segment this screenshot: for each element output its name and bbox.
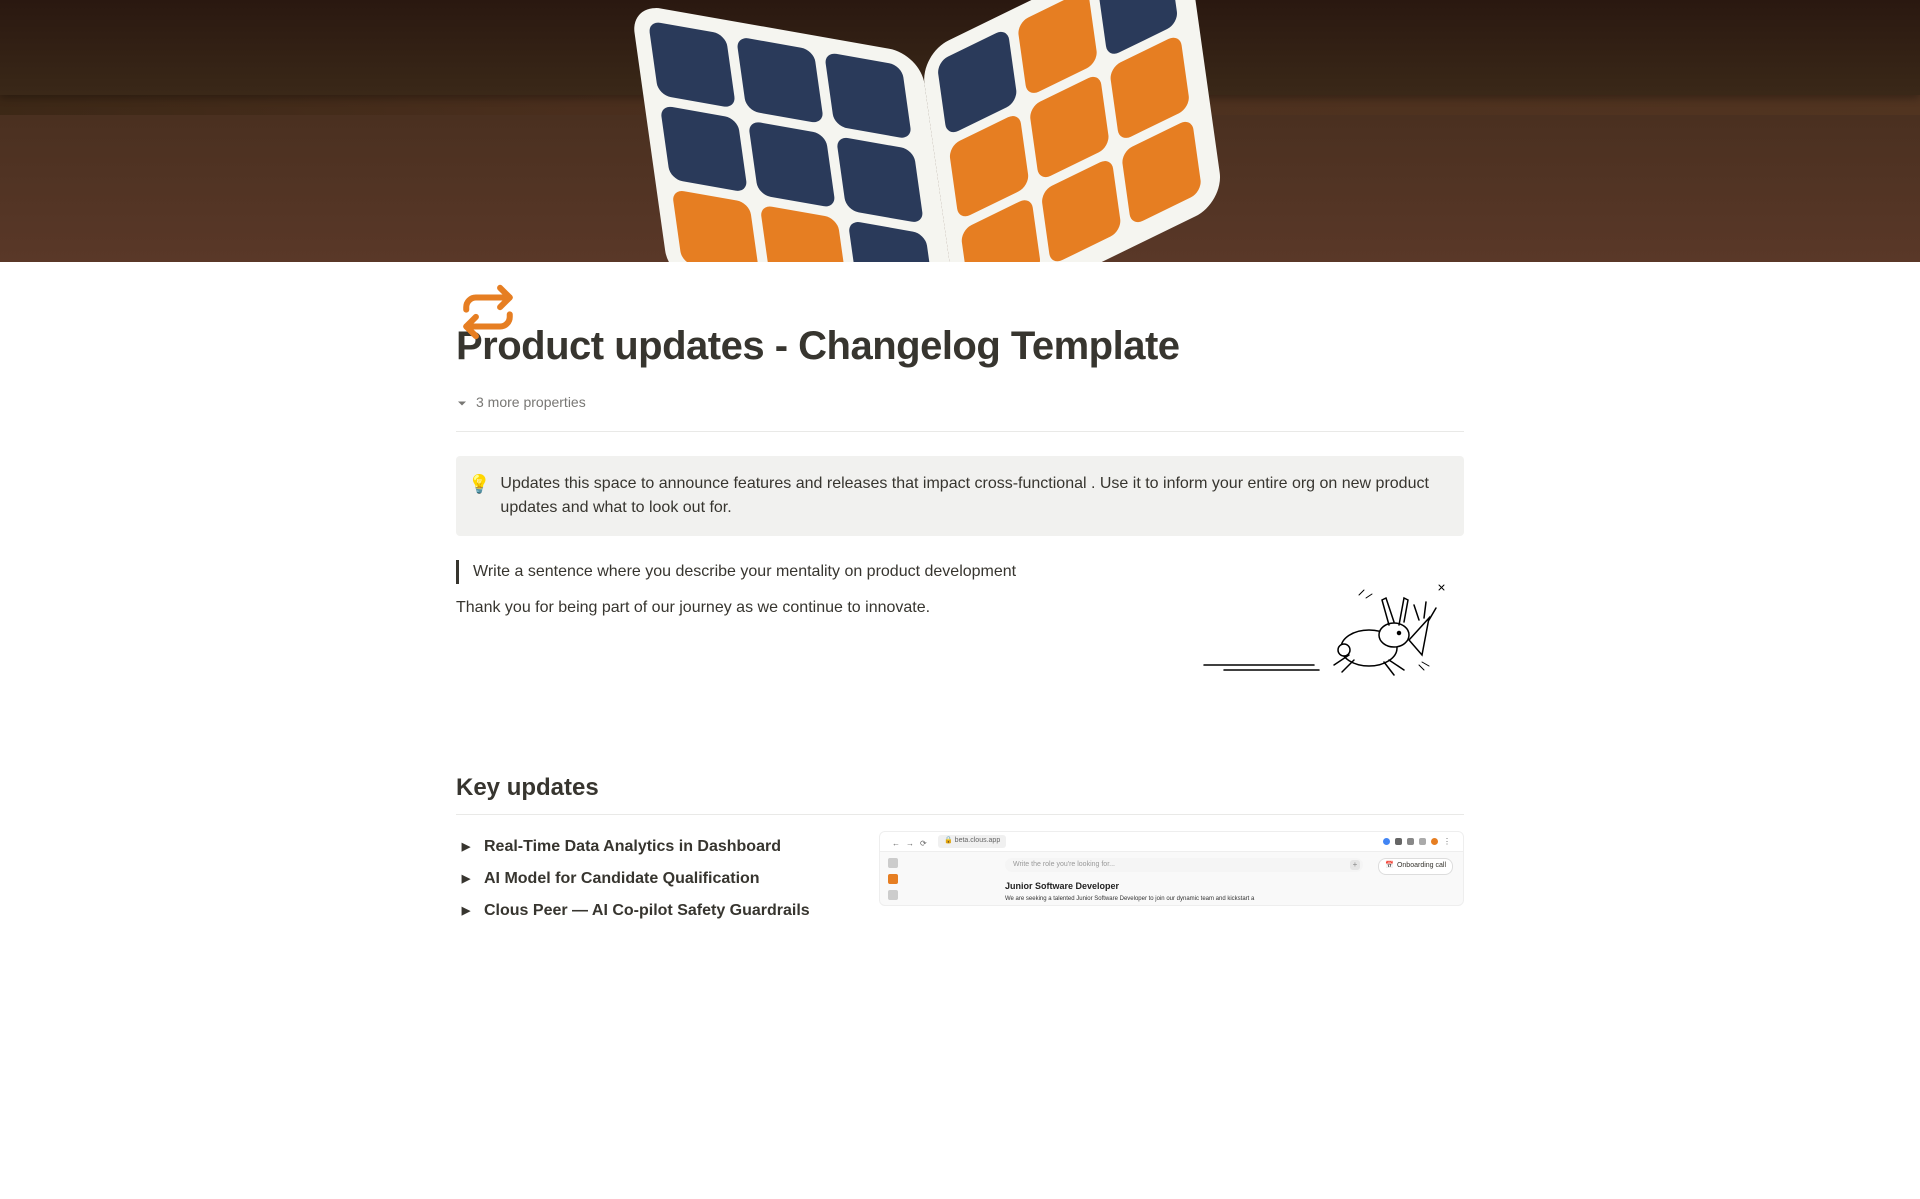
reload-icon: ⟳ [920,838,928,846]
sidebar-icon [888,874,898,884]
menu-icon: ⋮ [1443,836,1451,848]
extension-icon [1419,838,1426,845]
extension-icon [1407,838,1414,845]
screenshot-preview[interactable]: ← → ⟳ 🔒 beta.clous.app ⋮ [879,831,1464,906]
cover-image [0,0,1920,262]
extension-icon [1395,838,1402,845]
forward-icon: → [906,838,914,846]
plus-icon: + [1350,860,1360,870]
callout-block[interactable]: 💡 Updates this space to announce feature… [456,456,1464,536]
thank-you-text[interactable]: Thank you for being part of our journey … [456,596,1144,620]
chevron-down-icon [456,397,468,409]
properties-label: 3 more properties [476,392,586,413]
calendar-icon: 📅 [1385,861,1394,872]
page-icon-repeat[interactable] [456,280,520,344]
extension-icon [1383,838,1390,845]
sidebar-icon [888,858,898,868]
toggle-title: Clous Peer — AI Co-pilot Safety Guardrai… [484,899,810,923]
triangle-right-icon: ▶ [456,871,476,888]
toggle-item[interactable]: ▶ AI Model for Candidate Qualification [456,863,839,895]
toggle-item[interactable]: ▶ Clous Peer — AI Co-pilot Safety Guardr… [456,895,839,927]
sidebar-icon [888,890,898,900]
avatar-icon [1431,838,1438,845]
toggle-title: Real-Time Data Analytics in Dashboard [484,835,781,859]
divider [456,431,1464,432]
toggle-item[interactable]: ▶ Real-Time Data Analytics in Dashboard [456,831,839,863]
key-updates-heading[interactable]: Key updates [456,770,1464,806]
job-title-preview: Junior Software Developer [1005,880,1363,894]
quote-text: Write a sentence where you describe your… [473,563,1016,580]
back-icon: ← [892,838,900,846]
toggle-title: AI Model for Candidate Qualification [484,867,760,891]
callout-text: Updates this space to announce features … [500,472,1448,520]
updates-list: ▶ Real-Time Data Analytics in Dashboard … [456,831,839,927]
triangle-right-icon: ▶ [456,903,476,920]
page-title[interactable]: Product updates - Changelog Template [456,322,1464,370]
quote-block[interactable]: Write a sentence where you describe your… [456,560,1144,584]
search-input-preview: Write the role you're looking for... + [1005,858,1363,872]
rabbit-illustration [1194,570,1454,700]
job-subtitle-preview: We are seeking a talented Junior Softwar… [1005,895,1363,904]
lightbulb-icon: 💡 [468,472,490,497]
divider [456,814,1464,815]
onboarding-button-preview: 📅 Onboarding call [1378,858,1453,875]
url-bar: 🔒 beta.clous.app [938,835,1006,848]
properties-toggle[interactable]: 3 more properties [456,392,1464,413]
triangle-right-icon: ▶ [456,839,476,856]
